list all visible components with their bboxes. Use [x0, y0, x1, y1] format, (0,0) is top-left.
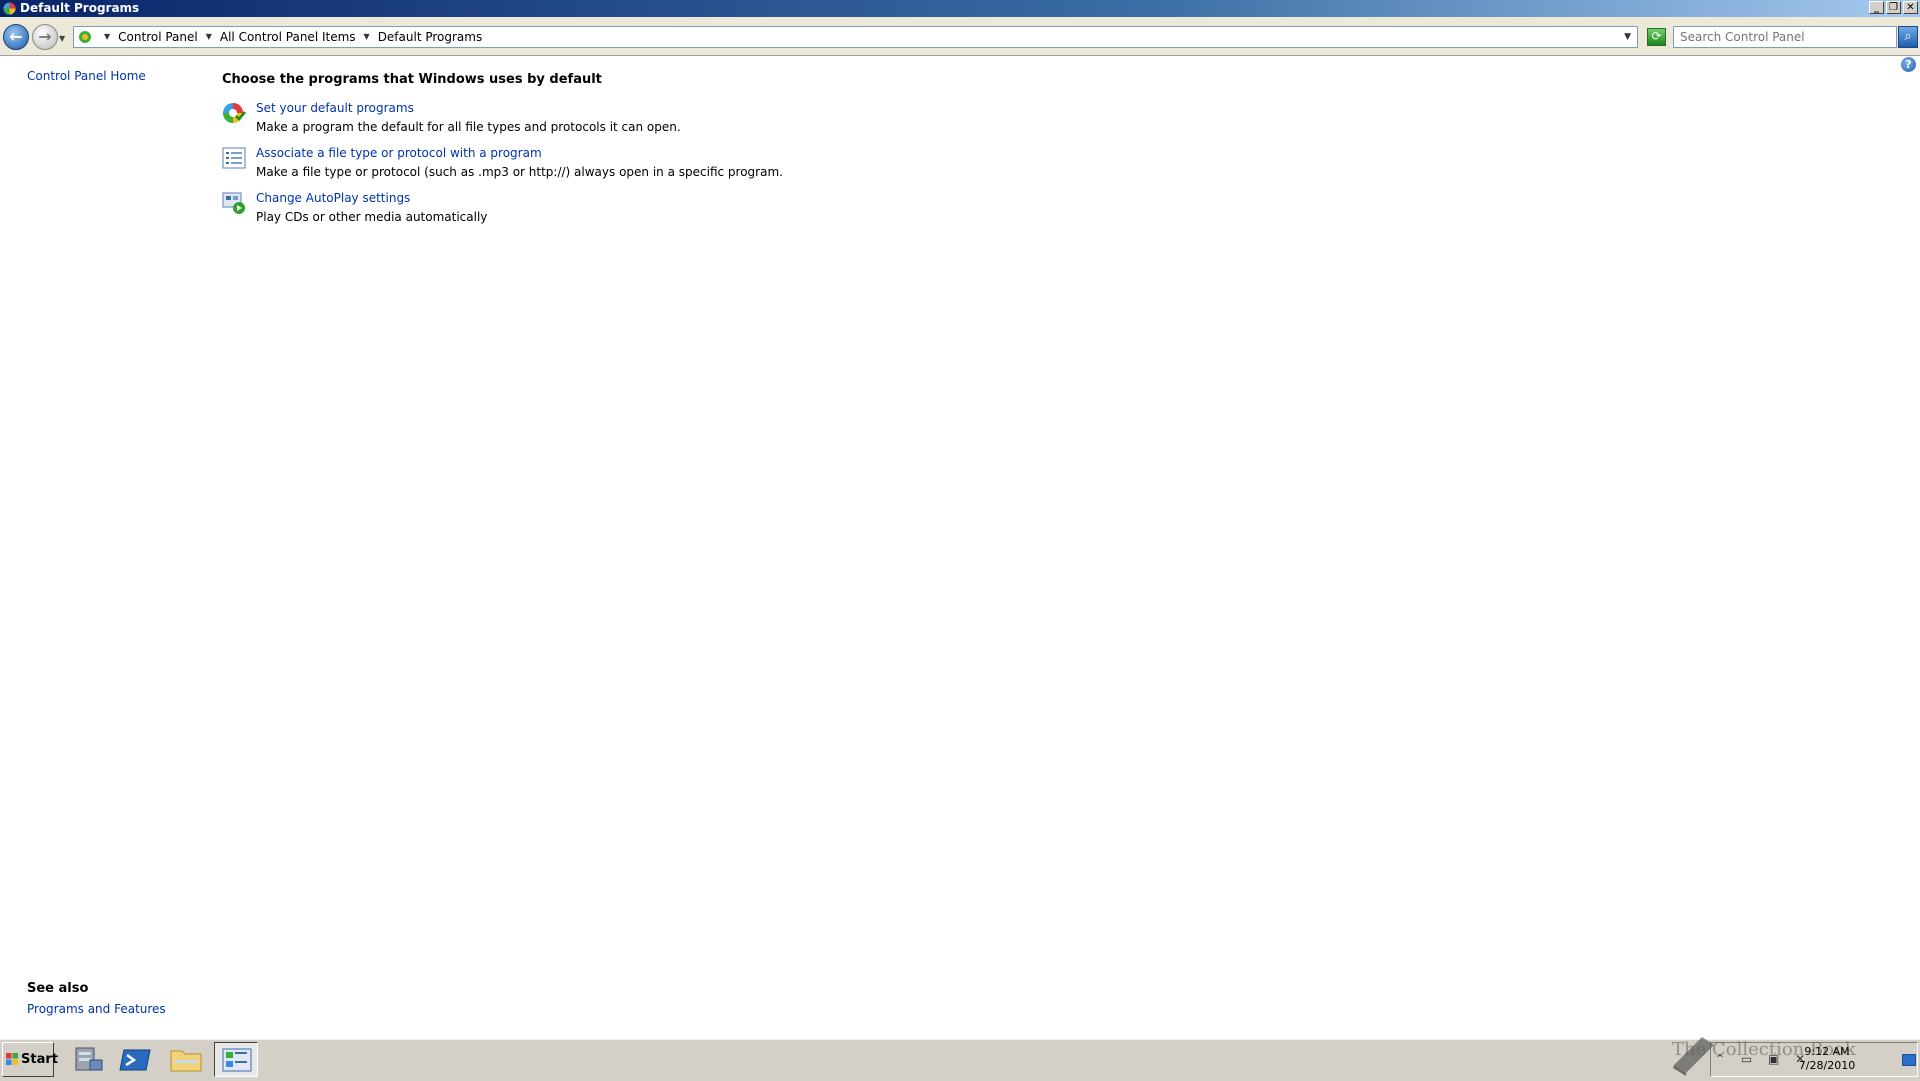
search-input[interactable] [1673, 26, 1897, 48]
address-field[interactable]: ▼ Control Panel ▼ All Control Panel Item… [73, 26, 1638, 48]
clock-date: 7/28/2010 [1798, 1059, 1856, 1072]
show-desktop-button[interactable] [1902, 1054, 1916, 1066]
see-also-heading: See also [27, 981, 89, 996]
chevron-down-icon[interactable]: ▼ [206, 27, 212, 47]
explorer-taskbar-button[interactable] [164, 1042, 208, 1077]
breadcrumb-control-panel[interactable]: Control Panel [118, 27, 198, 47]
associate-file-type-link[interactable]: Associate a file type or protocol with a… [256, 146, 542, 160]
default-programs-icon [3, 2, 16, 15]
help-icon[interactable]: ? [1901, 57, 1916, 72]
clock-time: 9:12 AM [1804, 1045, 1850, 1058]
chevron-down-icon[interactable]: ▼ [104, 27, 110, 47]
autoplay-settings-description: Play CDs or other media automatically [256, 210, 488, 224]
default-programs-icon [223, 103, 246, 123]
autoplay-icon [222, 192, 245, 214]
search-icon[interactable]: ⌕ [1898, 26, 1918, 48]
windows-logo-icon [6, 1053, 19, 1066]
set-default-programs-link[interactable]: Set your default programs [256, 101, 414, 115]
start-button[interactable]: Start [2, 1042, 58, 1077]
close-button[interactable]: ✕ [1903, 1, 1918, 14]
forward-button[interactable]: → [32, 24, 58, 50]
set-default-programs-description: Make a program the default for all file … [256, 120, 681, 134]
window-title-bar[interactable]: Default Programs _ ❐ ✕ [0, 0, 1920, 17]
associate-file-type-description: Make a file type or protocol (such as .m… [256, 165, 783, 179]
breadcrumb-default-programs[interactable]: Default Programs [378, 27, 483, 47]
folder-icon [170, 1050, 202, 1072]
control-panel-home-link[interactable]: Control Panel Home [27, 69, 146, 83]
restore-button[interactable]: ❐ [1886, 1, 1901, 14]
window-title: Default Programs [20, 1, 140, 15]
server-manager-icon [75, 1047, 103, 1071]
breadcrumb-all-items[interactable]: All Control Panel Items [220, 27, 356, 47]
powershell-icon [119, 1049, 151, 1071]
start-label: Start [21, 1052, 58, 1067]
refresh-button[interactable]: ⟳ [1647, 28, 1666, 46]
navigation-bar: ← → ▼ ▼ Control Panel ▼ All Control Pane… [0, 17, 1920, 56]
page-title: Choose the programs that Windows uses by… [222, 72, 602, 87]
control-panel-icon [222, 1048, 252, 1072]
address-history-dropdown[interactable]: ▼ [1624, 27, 1631, 47]
autoplay-settings-link[interactable]: Change AutoPlay settings [256, 191, 410, 205]
server-manager-taskbar-button[interactable] [66, 1042, 110, 1077]
file-association-icon [222, 147, 246, 169]
recent-pages-dropdown[interactable]: ▼ [59, 34, 65, 43]
chevron-down-icon[interactable]: ▼ [364, 27, 370, 47]
powershell-taskbar-button[interactable] [114, 1042, 158, 1077]
programs-and-features-link[interactable]: Programs and Features [27, 1002, 166, 1016]
minimize-button[interactable]: _ [1869, 1, 1884, 14]
breadcrumb: ▼ Control Panel ▼ All Control Panel Item… [96, 27, 482, 47]
control-panel-icon [79, 31, 91, 43]
taskbar: Start ⌃ ▭ ▣ ✕ [0, 1038, 1920, 1081]
system-clock[interactable]: 9:12 AM 7/28/2010 [1797, 1045, 1857, 1073]
back-button[interactable]: ← [3, 24, 29, 50]
control-panel-taskbar-button[interactable] [214, 1042, 258, 1077]
